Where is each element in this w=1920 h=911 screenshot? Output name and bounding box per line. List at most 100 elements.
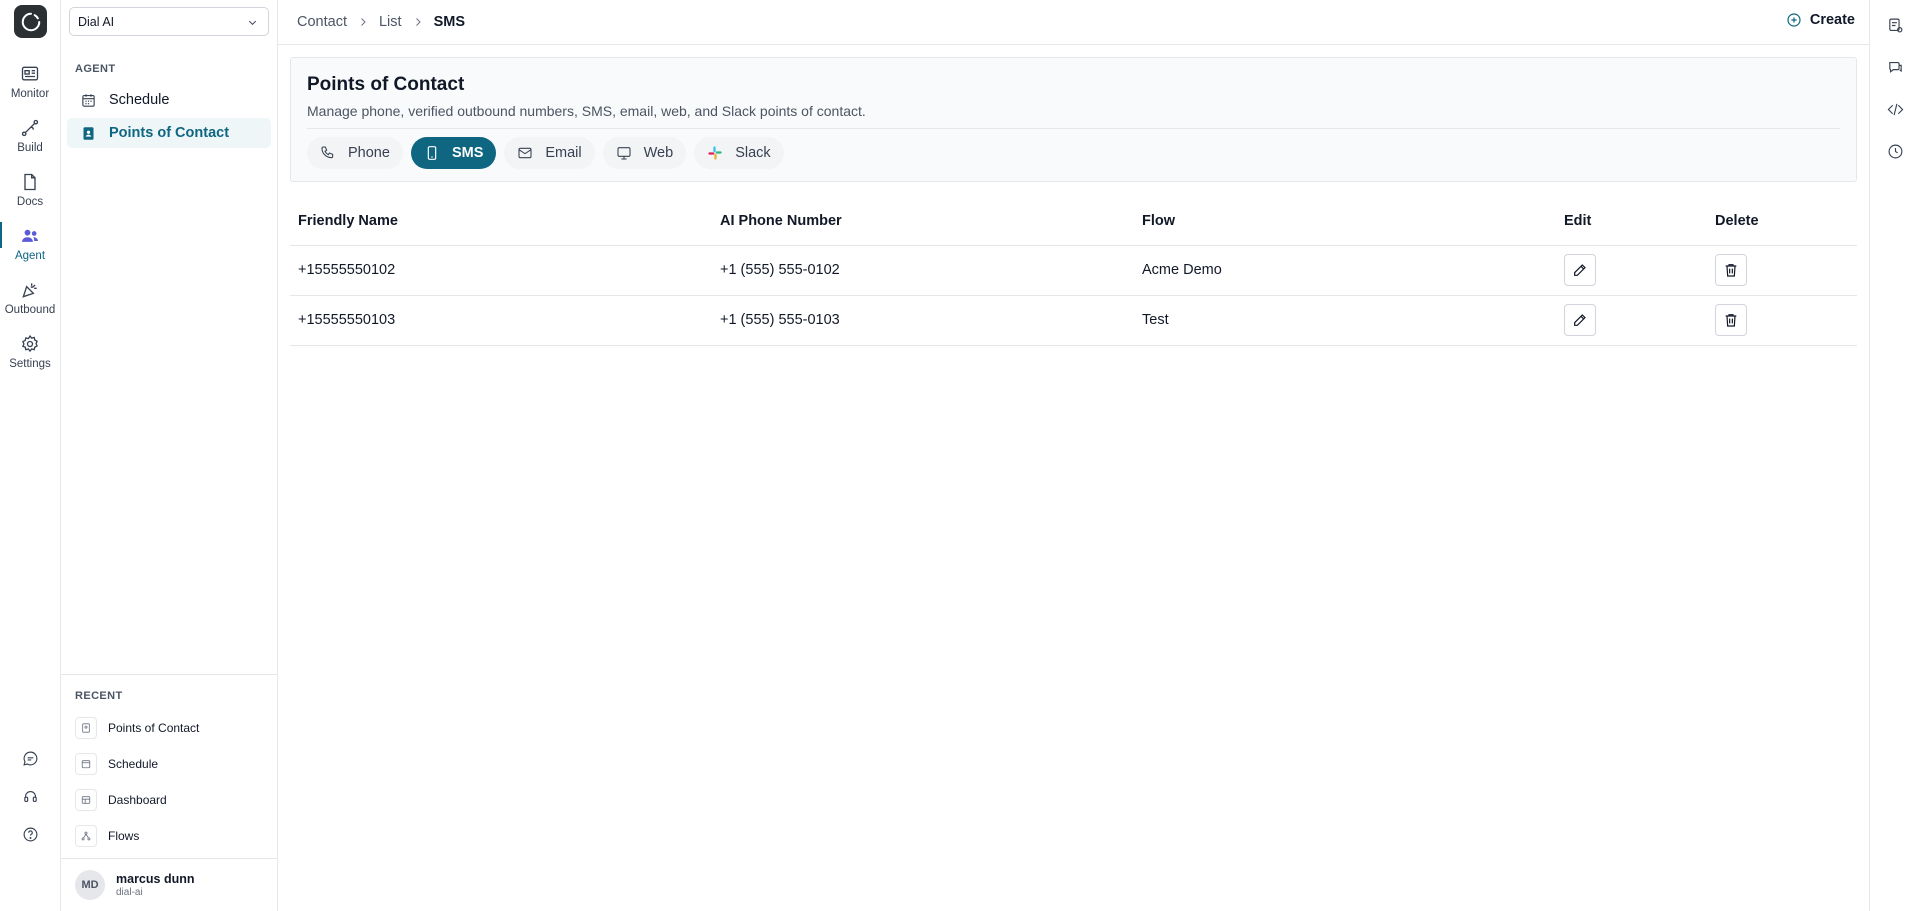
rail-item-docs[interactable]: Docs — [0, 166, 60, 214]
tab-sms[interactable]: SMS — [410, 137, 497, 169]
tab-label: Phone — [348, 145, 390, 161]
avatar: MD — [75, 870, 105, 900]
user-name: marcus dunn — [116, 872, 195, 886]
tab-label: Slack — [735, 145, 771, 161]
recent-item-label: Points of Contact — [108, 721, 200, 735]
cell-delete — [1707, 245, 1857, 296]
recent-item-points-of-contact[interactable]: Points of Contact — [75, 716, 199, 740]
trash-icon — [1725, 264, 1737, 277]
breadcrumb-contact[interactable]: Contact — [297, 14, 347, 30]
recent-item-schedule[interactable]: Schedule — [75, 752, 158, 776]
tab-label: SMS — [451, 145, 484, 161]
sidebar-item-points-of-contact[interactable]: Points of Contact — [67, 118, 271, 148]
chat-button[interactable] — [0, 746, 60, 770]
sidebar-divider — [61, 674, 278, 675]
help-icon — [23, 827, 37, 841]
app-rail: Monitor Build Docs Agent Outbound Settin… — [0, 0, 61, 911]
cell-flow: Acme Demo — [1134, 245, 1556, 296]
tab-web[interactable]: Web — [602, 137, 687, 169]
sidebar-item-schedule[interactable]: Schedule — [67, 85, 271, 115]
pencil-icon — [1574, 314, 1586, 326]
workspace-select[interactable]: Dial AI — [69, 7, 269, 36]
recent-item-label: Schedule — [108, 757, 159, 771]
rail-item-settings[interactable]: Settings — [0, 328, 60, 376]
edit-button[interactable] — [1564, 304, 1596, 336]
cell-flow: Test — [1134, 295, 1556, 346]
table-row: +15555550103 +1 (555) 555-0103 Test — [290, 295, 1857, 346]
sidebar: Dial AI AGENT Schedule Points of Contact… — [61, 0, 278, 911]
delete-button[interactable] — [1715, 254, 1747, 286]
contacts-table: Friendly Name AI Phone Number Flow Edit … — [290, 198, 1857, 346]
table-header-row: Friendly Name AI Phone Number Flow Edit … — [290, 198, 1857, 246]
breadcrumb-current: SMS — [433, 14, 465, 30]
rail-item-label: Monitor — [10, 88, 50, 100]
recent-item-label: Flows — [108, 829, 140, 843]
workspace-select-value: Dial AI — [78, 14, 115, 29]
headset-icon — [23, 790, 37, 802]
logo-icon — [21, 12, 40, 31]
chevron-down-icon — [248, 20, 257, 25]
chevron-right-icon — [357, 16, 369, 28]
monitor-screen-icon — [617, 147, 631, 160]
chevron-right-icon — [412, 16, 424, 28]
contact-book-icon — [83, 126, 94, 140]
recent-item-flows[interactable]: Flows — [75, 824, 139, 848]
channel-tabs: Phone SMS Email Web Slack — [307, 137, 792, 169]
col-edit: Edit — [1556, 198, 1707, 246]
col-delete: Delete — [1707, 198, 1857, 246]
page-description: Manage phone, verified outbound numbers,… — [307, 103, 866, 119]
breadcrumb-list[interactable]: List — [379, 14, 402, 30]
col-flow: Flow — [1134, 198, 1556, 246]
tab-email[interactable]: Email — [504, 137, 595, 169]
sidebar-divider — [61, 858, 278, 859]
recent-item-dashboard[interactable]: Dashboard — [75, 788, 167, 812]
top-bar: Contact List SMS Create — [278, 0, 1869, 45]
right-rail — [1869, 0, 1920, 911]
docs-icon — [24, 173, 36, 191]
rail-item-label: Outbound — [4, 304, 56, 316]
create-button-label: Create — [1809, 12, 1855, 28]
recent-section-title: RECENT — [75, 690, 123, 702]
calendar-icon — [81, 760, 91, 769]
breadcrumb: Contact List SMS — [297, 14, 465, 30]
pencil-icon — [1574, 264, 1586, 276]
agent-icon — [22, 229, 38, 242]
tab-slack[interactable]: Slack — [694, 137, 784, 169]
code-icon[interactable] — [1887, 101, 1904, 118]
dashboard-icon — [81, 796, 91, 804]
edit-button[interactable] — [1564, 254, 1596, 286]
outbound-icon — [22, 283, 37, 298]
gear-icon — [22, 334, 38, 353]
user-org: dial-ai — [116, 887, 143, 898]
rail-item-label: Build — [17, 142, 43, 154]
app-logo[interactable] — [14, 5, 47, 38]
flows-icon — [81, 831, 91, 841]
cell-delete — [1707, 295, 1857, 346]
notes-icon[interactable] — [1887, 17, 1904, 34]
rail-item-build[interactable]: Build — [0, 112, 60, 160]
build-icon — [21, 119, 39, 137]
help-button[interactable] — [0, 822, 60, 846]
rail-item-agent[interactable]: Agent — [0, 220, 60, 268]
comments-icon[interactable] — [1887, 59, 1904, 76]
calendar-icon — [82, 93, 95, 107]
chat-icon — [22, 751, 37, 766]
plus-circle-icon — [1787, 13, 1801, 27]
history-icon[interactable] — [1887, 143, 1904, 160]
phone-icon — [321, 146, 334, 159]
delete-button[interactable] — [1715, 304, 1747, 336]
tab-label: Email — [545, 145, 582, 161]
support-button[interactable] — [0, 784, 60, 808]
cell-ai-phone-number: +1 (555) 555-0102 — [712, 245, 1134, 296]
tab-phone[interactable]: Phone — [307, 137, 403, 169]
cell-ai-phone-number: +1 (555) 555-0103 — [712, 295, 1134, 346]
rail-item-outbound[interactable]: Outbound — [0, 274, 60, 322]
create-button[interactable]: Create — [1786, 12, 1855, 28]
page-header-card: Points of Contact Manage phone, verified… — [290, 57, 1857, 182]
rail-item-monitor[interactable]: Monitor — [0, 58, 60, 106]
rail-item-label: Docs — [16, 196, 44, 208]
divider — [307, 128, 1840, 129]
col-ai-phone-number: AI Phone Number — [712, 198, 1134, 246]
user-profile[interactable]: MD marcus dunn dial-ai — [75, 870, 195, 900]
page-title: Points of Contact — [307, 74, 465, 95]
